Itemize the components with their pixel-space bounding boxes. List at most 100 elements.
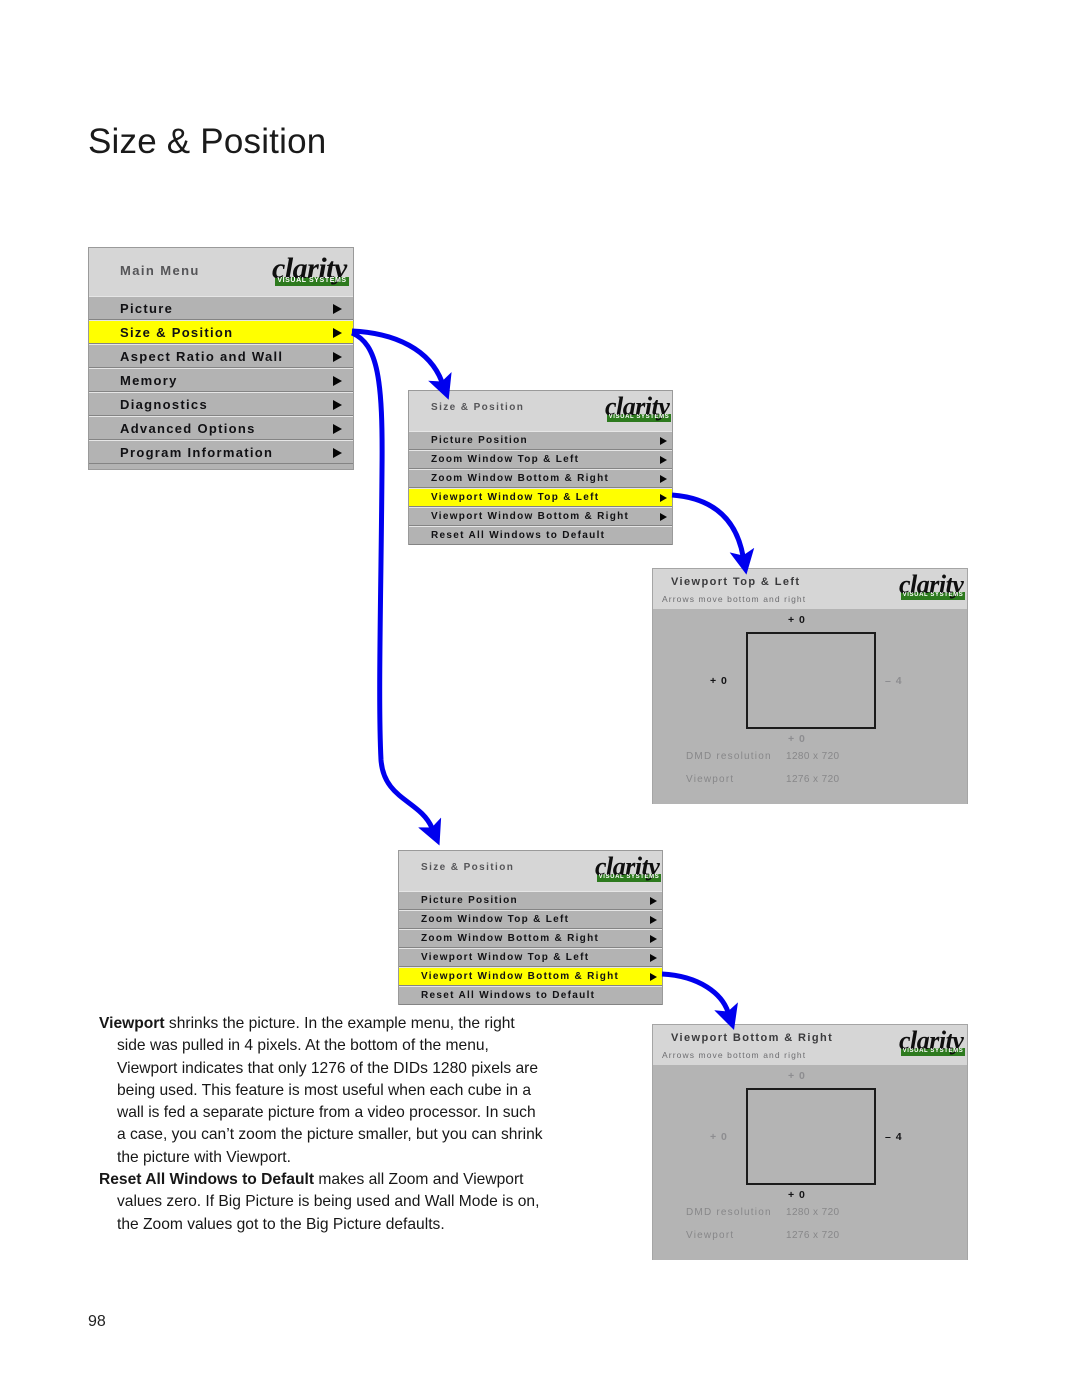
menu-item-label: Reset All Windows to Default	[421, 990, 596, 1001]
menu-item-label: Memory	[120, 372, 178, 388]
menu-item-zoom-window-top-left[interactable]: Zoom Window Top & Left	[409, 450, 672, 469]
flow-arrow-sp2-to-vp2	[661, 971, 738, 1031]
menu-item-label: Viewport Window Top & Left	[421, 952, 590, 963]
panel-subtitle: Arrows move bottom and right	[662, 1050, 807, 1060]
menu-item-program-information[interactable]: Program Information	[89, 440, 353, 464]
viewport-value-bottom: + 0	[788, 1189, 806, 1201]
menu-rows: Picture Position Zoom Window Top & Left …	[399, 891, 662, 1005]
panel-header: Viewport Bottom & Right Arrows move bott…	[653, 1025, 967, 1065]
stat-key: DMD resolution	[686, 1207, 772, 1218]
panel-title: Viewport Top & Left	[671, 576, 801, 588]
menu-item-picture[interactable]: Picture	[89, 296, 353, 320]
panel-title: Size & Position	[431, 402, 525, 413]
stat-row: DMD resolution 1280 x 720	[653, 1207, 967, 1230]
panel-header: Viewport Top & Left Arrows move bottom a…	[653, 569, 967, 609]
menu-item-viewport-window-top-left[interactable]: Viewport Window Top & Left	[409, 488, 672, 507]
menu-item-reset-all-windows-to-default[interactable]: Reset All Windows to Default	[399, 986, 662, 1005]
panel-title: Main Menu	[120, 263, 200, 278]
stat-value: 1276 x 720	[786, 1230, 840, 1241]
stat-value: 1280 x 720	[786, 751, 840, 762]
viewport-rectangle	[746, 1088, 876, 1185]
chevron-right-icon	[333, 352, 342, 362]
chevron-right-icon	[650, 897, 657, 905]
viewport-stats: DMD resolution 1280 x 720 Viewport 1276 …	[653, 751, 967, 797]
menu-item-diagnostics[interactable]: Diagnostics	[89, 392, 353, 416]
menu-item-zoom-window-bottom-right[interactable]: Zoom Window Bottom & Right	[399, 929, 662, 948]
stat-key: Viewport	[686, 1230, 735, 1241]
viewport-rectangle	[746, 632, 876, 729]
menu-item-label: Aspect Ratio and Wall	[120, 348, 284, 364]
chevron-right-icon	[650, 973, 657, 981]
menu-item-zoom-window-top-left[interactable]: Zoom Window Top & Left	[399, 910, 662, 929]
panel-header: Size & Position clarity VISUAL SYSTEMS	[399, 851, 662, 891]
viewport-stats: DMD resolution 1280 x 720 Viewport 1276 …	[653, 1207, 967, 1253]
menu-item-label: Picture Position	[421, 895, 518, 906]
menu-item-label: Reset All Windows to Default	[431, 530, 606, 541]
osd-panel-viewport-top-left: Viewport Top & Left Arrows move bottom a…	[652, 568, 968, 804]
chevron-right-icon	[333, 424, 342, 434]
viewport-value-top: + 0	[788, 1070, 806, 1082]
stat-key: DMD resolution	[686, 751, 772, 762]
osd-panel-size-position-1: Size & Position clarity VISUAL SYSTEMS P…	[408, 390, 673, 545]
chevron-right-icon	[660, 475, 667, 483]
menu-item-label: Diagnostics	[120, 396, 208, 412]
menu-item-label: Program Information	[120, 444, 274, 460]
viewport-value-right: – 4	[885, 675, 903, 687]
menu-rows: Picture Size & Position Aspect Ratio and…	[89, 296, 353, 464]
menu-item-label: Viewport Window Bottom & Right	[421, 971, 620, 982]
viewport-value-left: + 0	[710, 1131, 728, 1143]
paragraph-reset: Reset All Windows to Default makes all Z…	[99, 1169, 547, 1236]
panel-title: Viewport Bottom & Right	[671, 1032, 834, 1044]
viewport-value-right: – 4	[885, 1131, 903, 1143]
flow-arrow-main-to-sp1	[351, 328, 452, 400]
menu-item-picture-position[interactable]: Picture Position	[409, 431, 672, 450]
menu-item-reset-all-windows-to-default[interactable]: Reset All Windows to Default	[409, 526, 672, 545]
chevron-right-icon	[660, 437, 667, 445]
chevron-right-icon	[333, 448, 342, 458]
chevron-right-icon	[333, 304, 342, 314]
menu-item-zoom-window-bottom-right[interactable]: Zoom Window Bottom & Right	[409, 469, 672, 488]
osd-panel-main-menu: Main Menu clarity VISUAL SYSTEMS Picture…	[88, 247, 354, 470]
menu-item-label: Zoom Window Bottom & Right	[431, 473, 610, 484]
clarity-logo: clarity VISUAL SYSTEMS	[272, 254, 349, 286]
paragraph-lead: Reset All Windows to Default	[99, 1171, 315, 1189]
menu-item-advanced-options[interactable]: Advanced Options	[89, 416, 353, 440]
panel-header: Size & Position clarity VISUAL SYSTEMS	[409, 391, 672, 431]
panel-title: Size & Position	[421, 862, 515, 873]
menu-item-viewport-window-bottom-right[interactable]: Viewport Window Bottom & Right	[399, 967, 662, 986]
menu-item-label: Size & Position	[120, 324, 234, 340]
clarity-logo: clarity VISUAL SYSTEMS	[899, 1028, 965, 1056]
viewport-diagram: + 0 + 0 – 4 + 0 DMD resolution 1280 x 72…	[653, 609, 967, 804]
viewport-value-top: + 0	[788, 614, 806, 626]
viewport-value-bottom: + 0	[788, 733, 806, 745]
paragraph-text: shrinks the picture. In the example menu…	[117, 1015, 543, 1166]
menu-item-viewport-window-top-left[interactable]: Viewport Window Top & Left	[399, 948, 662, 967]
menu-item-label: Picture	[120, 300, 174, 316]
menu-item-size-position[interactable]: Size & Position	[89, 320, 353, 344]
clarity-logo: clarity VISUAL SYSTEMS	[899, 572, 965, 600]
menu-item-memory[interactable]: Memory	[89, 368, 353, 392]
panel-header: Main Menu clarity VISUAL SYSTEMS	[89, 248, 353, 296]
menu-item-label: Advanced Options	[120, 420, 256, 436]
clarity-logo: clarity VISUAL SYSTEMS	[605, 394, 671, 422]
body-copy: Viewport shrinks the picture. In the exa…	[99, 1013, 547, 1236]
stat-value: 1280 x 720	[786, 1207, 840, 1218]
menu-item-picture-position[interactable]: Picture Position	[399, 891, 662, 910]
menu-item-label: Viewport Window Bottom & Right	[431, 511, 630, 522]
menu-rows: Picture Position Zoom Window Top & Left …	[409, 431, 672, 545]
stat-key: Viewport	[686, 774, 735, 785]
paragraph-lead: Viewport	[99, 1015, 165, 1032]
menu-item-viewport-window-bottom-right[interactable]: Viewport Window Bottom & Right	[409, 507, 672, 526]
clarity-logo: clarity VISUAL SYSTEMS	[595, 854, 661, 882]
chevron-right-icon	[333, 376, 342, 386]
stat-value: 1276 x 720	[786, 774, 840, 785]
paragraph-viewport: Viewport shrinks the picture. In the exa…	[99, 1013, 547, 1169]
stat-row: Viewport 1276 x 720	[653, 1230, 967, 1253]
page-number: 98	[88, 1313, 106, 1330]
menu-item-label: Viewport Window Top & Left	[431, 492, 600, 503]
osd-panel-viewport-bottom-right: Viewport Bottom & Right Arrows move bott…	[652, 1024, 968, 1260]
menu-item-aspect-ratio-and-wall[interactable]: Aspect Ratio and Wall	[89, 344, 353, 368]
menu-item-label: Picture Position	[431, 435, 528, 446]
menu-item-label: Zoom Window Top & Left	[421, 914, 570, 925]
chevron-right-icon	[333, 400, 342, 410]
